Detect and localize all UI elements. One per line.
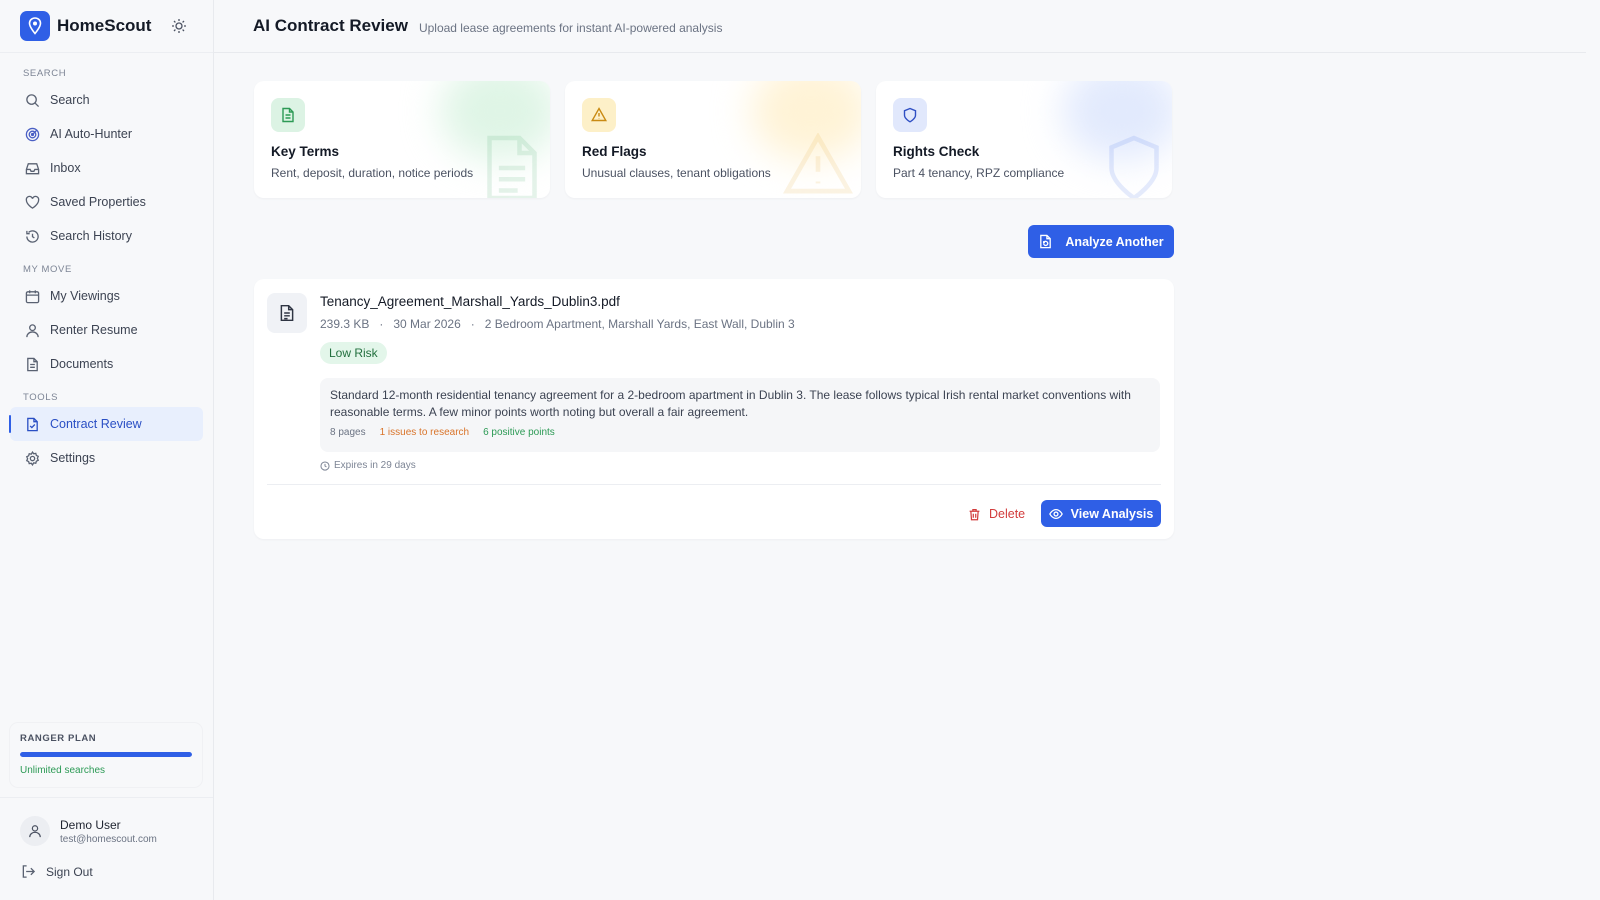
contract-card: Tenancy_Agreement_Marshall_Yards_Dublin3… [254,279,1174,539]
plan-card: RANGER PLAN Unlimited searches [10,723,202,787]
divider [267,484,1161,485]
file-date: 30 Mar 2026 [393,317,461,331]
sidebar-item-label: Search History [50,229,132,243]
brand-header: HomeScout [0,0,213,53]
trash-icon [969,508,980,520]
sun-icon[interactable] [169,16,189,36]
sidebar-item-ai-auto-hunter[interactable]: AI Auto-Hunter [0,117,203,151]
sidebar-item-search[interactable]: Search [0,83,203,117]
map-pin-icon[interactable] [20,11,50,41]
shield-icon [1104,133,1164,198]
feature-description: Part 4 tenancy, RPZ compliance [893,166,1065,180]
sidebar-item-contract-review[interactable]: Contract Review [9,407,203,441]
page-subtitle: Upload lease agreements for instant AI-p… [418,20,723,35]
feature-description: Unusual clauses, tenant obligations [582,166,771,180]
warning-icon [582,98,616,132]
plan-title: RANGER PLAN [20,733,97,744]
meta-separator: · [379,317,384,331]
avatar [20,816,50,846]
sidebar-item-label: Saved Properties [50,195,146,209]
sidebar-item-label: AI Auto-Hunter [50,127,132,141]
risk-badge: Low Risk [320,342,387,364]
shield-icon [893,98,927,132]
feature-card-key-terms: Key Terms Rent, deposit, duration, notic… [254,81,550,198]
sidebar: HomeScout SEARCH Search AI Auto-Hunter I… [0,0,214,900]
analyze-another-button[interactable]: Analyze Another [1028,225,1174,258]
gear-icon [24,450,40,466]
summary-box: Standard 12-month residential tenancy ag… [320,378,1160,452]
delete-button[interactable]: Delete [968,501,1025,527]
radar-icon [24,126,40,142]
sidebar-item-label: Contract Review [50,417,142,431]
inbox-icon [24,160,40,176]
expiry-note: Expires in 29 days [320,460,416,471]
positive-count: 6 positive points [483,427,555,438]
user-icon [29,825,41,838]
plan-subtitle: Unlimited searches [20,765,106,776]
user-email: test@homescout.com [60,833,157,845]
sidebar-item-my-viewings[interactable]: My Viewings [0,279,203,313]
feature-title: Key Terms [271,144,340,159]
eye-icon [1048,508,1063,519]
file-refresh-icon [1038,234,1053,249]
user-icon [24,322,40,338]
search-icon [24,92,40,108]
sidebar-item-search-history[interactable]: Search History [0,219,203,253]
sidebar-item-documents[interactable]: Documents [0,347,203,381]
sidebar-item-label: Inbox [50,161,81,175]
file-meta: 239.3 KB · 30 Mar 2026 · 2 Bedroom Apart… [320,317,795,331]
plan-usage-bar [20,752,192,757]
feature-card-red-flags: Red Flags Unusual clauses, tenant obliga… [565,81,861,198]
sidebar-item-label: My Viewings [50,289,120,303]
sidebar-item-saved-properties[interactable]: Saved Properties [0,185,203,219]
heart-icon [24,194,40,210]
file-size: 239.3 KB [320,317,370,331]
page-title: AI Contract Review [253,16,408,35]
sign-out-icon [21,864,36,879]
analyze-another-label: Analyze Another [1065,234,1164,249]
meta-separator: · [470,317,475,331]
user-name: Demo User [60,817,121,832]
calendar-icon [24,288,40,304]
feature-title: Red Flags [582,144,647,159]
sign-out-label: Sign Out [46,864,93,879]
section-label-tools: TOOLS [23,392,59,403]
user-area: Demo User test@homescout.com Sign Out [0,797,213,879]
summary-stats: 8 pages 1 issues to research 6 positive … [330,427,1150,438]
plan-usage-fill [20,752,192,757]
view-analysis-button[interactable]: View Analysis [1041,500,1161,527]
feature-description: Rent, deposit, duration, notice periods [271,166,474,180]
feature-card-rights-check: Rights Check Part 4 tenancy, RPZ complia… [876,81,1172,198]
clock-icon [320,460,330,471]
issues-count: 1 issues to research [379,427,470,438]
page-count: 8 pages [330,427,366,438]
document-icon [267,293,307,333]
view-analysis-label: View Analysis [1070,506,1154,521]
sidebar-item-renter-resume[interactable]: Renter Resume [0,313,203,347]
user-profile[interactable]: Demo User test@homescout.com [0,816,213,846]
summary-text: Standard 12-month residential tenancy ag… [330,388,1131,419]
sidebar-item-label: Search [50,93,90,107]
sidebar-item-label: Renter Resume [50,323,138,337]
section-label-my-move: MY MOVE [23,264,72,275]
sidebar-item-inbox[interactable]: Inbox [0,151,203,185]
sidebar-item-label: Settings [50,451,96,465]
expiry-text: Expires in 29 days [334,460,416,471]
delete-label: Delete [989,507,1026,521]
brand-name[interactable]: HomeScout [57,16,151,36]
sign-out-button[interactable]: Sign Out [0,864,213,879]
file-check-icon [24,416,40,432]
page-header: AI Contract Review Upload lease agreemen… [214,0,1586,53]
sidebar-item-settings[interactable]: Settings [0,441,203,475]
warning-icon [782,132,854,198]
document-icon [24,356,40,372]
document-icon [482,133,542,198]
property-address: 2 Bedroom Apartment, Marshall Yards, Eas… [484,317,795,331]
sidebar-item-label: Documents [50,357,114,371]
history-icon [24,228,40,244]
feature-title: Rights Check [893,144,980,159]
file-name[interactable]: Tenancy_Agreement_Marshall_Yards_Dublin3… [320,294,620,309]
section-label-search: SEARCH [23,68,67,79]
document-icon [271,98,305,132]
